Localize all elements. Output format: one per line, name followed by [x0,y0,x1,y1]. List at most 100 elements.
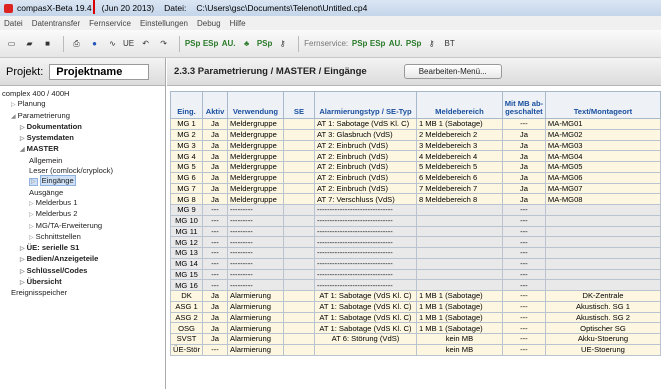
table-cell[interactable]: 5 Meldebereich 5 [415,161,503,173]
table-cell[interactable]: --------- [227,279,284,291]
column-header[interactable]: Meldebereich [415,91,503,119]
table-cell[interactable]: DK [169,290,204,302]
table-cell[interactable]: Ja [202,322,228,334]
table-cell[interactable] [282,193,315,205]
remote-psp-icon[interactable]: PSp [352,36,368,51]
table-cell[interactable]: Alarmierung [227,343,284,356]
column-header[interactable]: Verwendung [227,91,284,119]
table-cell[interactable]: Akustisch. SG 2 [544,311,661,324]
transfer-icon[interactable]: ♣ [239,36,254,51]
table-cell[interactable]: 2 Meldebereich 2 [415,128,503,141]
table-cell[interactable]: Alarmierung [227,290,284,302]
expand-arrow-icon[interactable]: ▷ [20,125,25,131]
table-cell[interactable] [282,257,315,270]
table-cell[interactable]: AT 2: Einbruch (VdS) [313,139,417,152]
tree-item[interactable]: Allgemein [2,156,165,166]
table-cell[interactable] [282,128,315,141]
table-cell[interactable]: 1 MB 1 (Sabotage) [415,322,503,334]
table-cell[interactable] [544,225,661,238]
table-row[interactable]: MG 1 Ja Meldergruppe AT 1: Sabotage (VdS Kl… [169,118,661,130]
table-cell[interactable]: AT 2: Einbruch (VdS) [313,182,417,195]
tree-item[interactable]: ▷ Schnittstellen [2,232,165,243]
table-cell[interactable]: Ja [202,300,228,313]
table-cell[interactable]: MA-MG08 [544,193,661,205]
table-cell[interactable]: --- [202,236,228,248]
tree-item[interactable]: ▷ Schlüssel/Codes [2,266,165,277]
menu-einstellungen[interactable]: Einstellungen [140,19,188,28]
table-row[interactable]: ÜE-Stör --- Alarmierung kein MB --- UE-Stoeru… [169,343,661,356]
table-row[interactable]: MG 8 Ja Meldergruppe AT 7: Verschluss (VdS)… [169,193,661,205]
table-cell[interactable]: --- [501,290,546,302]
table-cell[interactable]: MG 9 [169,204,204,216]
table-cell[interactable]: --- [501,247,546,259]
tree-item[interactable]: ▷ Eingänge [2,175,165,187]
table-cell[interactable] [282,171,315,184]
table-cell[interactable]: --- [501,311,546,324]
table-cell[interactable] [415,247,503,259]
tree-item[interactable]: ▷ Übersicht [2,277,165,288]
table-cell[interactable]: MG 10 [169,214,204,227]
table-cell[interactable] [415,214,503,227]
menu-hilfe[interactable]: Hilfe [230,19,246,28]
key-icon[interactable]: ⚷ [275,36,290,51]
table-cell[interactable]: Akku-Stoerung [544,333,661,345]
table-row[interactable]: MG 10 --- --------- -----------------------… [169,214,661,227]
table-cell[interactable]: MA-MG01 [544,118,661,130]
table-row[interactable]: MG 15 --- --------- -----------------------… [169,268,661,281]
table-cell[interactable]: Meldergruppe [227,161,284,173]
table-row[interactable]: OSG Ja Alarmierung AT 1: Sabotage (VdS Kl. … [169,322,661,334]
table-cell[interactable]: ------------------------------ [313,236,417,248]
table-cell[interactable]: MA-MG04 [544,150,661,162]
table-cell[interactable]: kein MB [415,333,503,345]
table-cell[interactable] [415,236,503,248]
tree-item[interactable]: ▷ ÜE: serielle S1 [2,243,165,254]
table-cell[interactable]: --------- [227,225,284,238]
table-cell[interactable] [282,333,315,345]
table-cell[interactable]: MG 7 [169,182,204,195]
table-cell[interactable]: AT 1: Sabotage (VdS Kl. C) [313,322,417,334]
table-row[interactable]: DK Ja Alarmierung AT 1: Sabotage (VdS Kl. C… [169,290,661,302]
table-cell[interactable] [282,225,315,238]
table-cell[interactable]: Meldergruppe [227,118,284,130]
table-cell[interactable]: Meldergruppe [227,171,284,184]
table-cell[interactable] [282,311,315,324]
esp-read-icon[interactable]: ESp [203,36,219,51]
save-icon[interactable]: ■ [40,36,55,51]
table-cell[interactable]: --- [501,268,546,281]
expand-arrow-icon[interactable]: ▷ [20,246,25,252]
table-cell[interactable]: AT 7: Verschluss (VdS) [313,193,417,205]
table-cell[interactable]: --- [501,225,546,238]
table-row[interactable]: MG 2 Ja Meldergruppe AT 3: Glasbruch (VdS) 2… [169,128,661,141]
expand-arrow-icon[interactable]: ▷ [29,212,34,218]
table-cell[interactable]: MG 12 [169,236,204,248]
table-cell[interactable]: MG 2 [169,128,204,141]
table-cell[interactable]: Ja [202,333,228,345]
table-cell[interactable]: Ja [202,193,228,205]
expand-arrow-icon[interactable]: ▷ [11,102,16,108]
table-cell[interactable]: Ja [202,182,228,195]
table-cell[interactable]: MG 15 [169,268,204,281]
table-cell[interactable]: Ja [202,139,228,152]
table-cell[interactable] [282,290,315,302]
table-row[interactable]: MG 13 --- --------- -----------------------… [169,247,661,259]
table-cell[interactable] [282,268,315,281]
table-cell[interactable]: OSG [169,322,204,334]
table-cell[interactable] [415,279,503,291]
table-cell[interactable]: DK-Zentrale [544,290,661,302]
table-cell[interactable]: Meldergruppe [227,182,284,195]
table-cell[interactable] [282,182,315,195]
table-cell[interactable]: AT 2: Einbruch (VdS) [313,150,417,162]
table-cell[interactable]: ASG 2 [169,311,204,324]
table-cell[interactable]: MG 6 [169,171,204,184]
table-cell[interactable]: Optischer SG [544,322,661,334]
expand-arrow-icon[interactable]: ▷ [29,201,34,207]
table-cell[interactable] [313,343,417,356]
table-cell[interactable]: MG 16 [169,279,204,291]
table-cell[interactable]: kein MB [415,343,503,356]
menu-datentransfer[interactable]: Datentransfer [32,19,80,28]
menu-fernservice[interactable]: Fernservice [89,19,131,28]
table-cell[interactable] [282,343,315,356]
table-cell[interactable]: MA-MG07 [544,182,661,195]
project-name-field[interactable]: Projektname [49,63,150,80]
table-cell[interactable]: --- [501,279,546,291]
